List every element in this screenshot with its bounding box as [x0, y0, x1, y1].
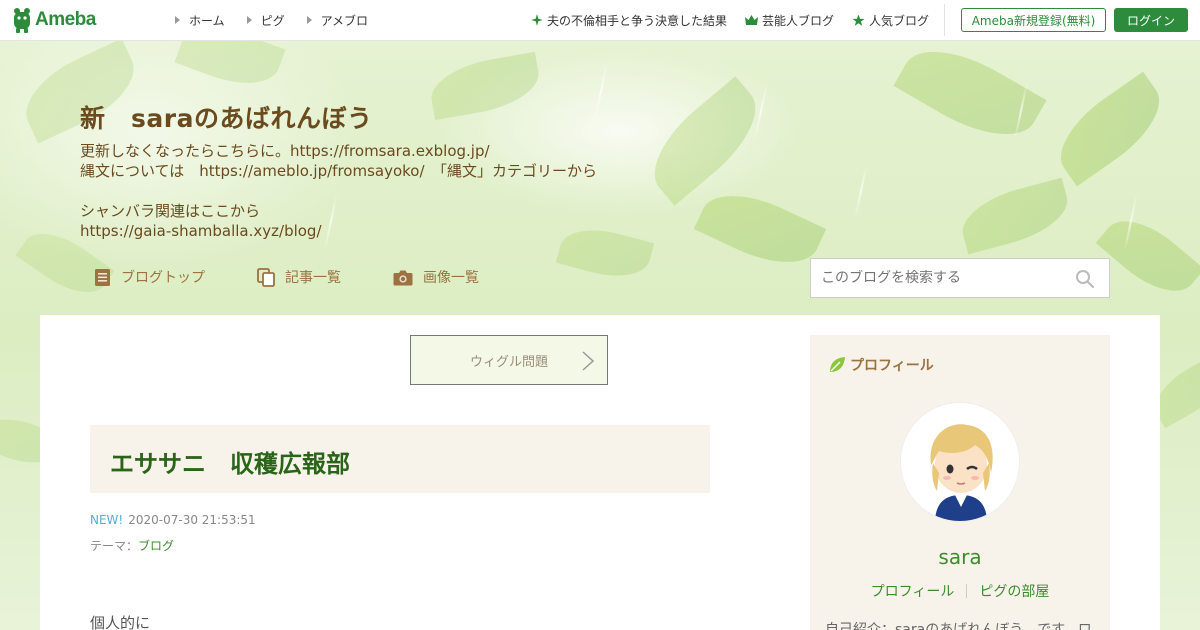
crown-icon	[744, 14, 758, 25]
entry-body: 個人的に	[90, 614, 151, 630]
nav-ameblo-label: アメブロ	[320, 13, 369, 28]
rain-streak	[593, 61, 609, 121]
entry-datetime: 2020-07-30 21:53:51	[128, 513, 256, 527]
blog-nav-top-label: ブログトップ	[121, 270, 205, 286]
leaf-decoration	[1095, 204, 1200, 308]
caret-right-icon	[306, 16, 312, 24]
profile-intro: 自己紹介：saraのあばれんぼう です。ロ	[825, 622, 1092, 630]
leaf-decoration	[693, 178, 827, 280]
caret-right-icon	[175, 16, 180, 24]
blog-nav-entries[interactable]: 記事一覧	[257, 267, 341, 287]
entry-meta-date: NEW! 2020-07-30 21:53:51	[90, 513, 256, 527]
blog-search	[810, 258, 1110, 298]
leaf-decoration	[955, 177, 1075, 255]
camera-icon	[393, 270, 413, 285]
blog-description: 更新しなくなったらこちらに。https://fromsara.exblog.jp…	[80, 142, 598, 240]
avatar-image	[901, 403, 1019, 521]
leaf-decoration	[635, 76, 775, 206]
nav-pigg[interactable]: ピグ	[246, 12, 285, 29]
profile-sidebar: プロフィール sara プロフィール ピグの部屋 自己紹介：saraのあばれんぼ…	[810, 335, 1110, 630]
copy-documents-icon	[257, 267, 275, 287]
ameba-logo[interactable]: Ameba	[12, 7, 96, 33]
profile-heading: プロフィール	[828, 355, 934, 375]
featured-link-popular-label: 人気ブログ	[868, 13, 929, 28]
entry-meta-theme: テーマ：ブログ	[90, 537, 174, 554]
register-button[interactable]: Ameba新規登録(無料)	[961, 8, 1106, 32]
featured-link-story-label: 夫の不倫相手と争う決意した結果	[546, 13, 727, 28]
rain-streak	[753, 81, 769, 141]
featured-link-popular[interactable]: 人気ブログ	[852, 12, 929, 29]
caret-right-icon	[246, 16, 252, 24]
blog-nav: ブログトップ 記事一覧 画像一覧	[94, 267, 531, 287]
theme-prefix: テーマ：	[90, 539, 139, 553]
blog-nav-entries-label: 記事一覧	[285, 270, 341, 286]
content-panel: ウィグル問題 エササニ 収穫広報部 NEW! 2020-07-30 21:53:5…	[40, 315, 1160, 630]
blog-nav-top[interactable]: ブログトップ	[94, 267, 205, 287]
featured-link-celebrity[interactable]: 芸能人ブログ	[744, 12, 834, 29]
sparkle-icon	[530, 14, 543, 26]
leaf-decoration	[1044, 71, 1176, 187]
featured-links: 夫の不倫相手と争う決意した結果 芸能人ブログ 人気ブログ	[513, 0, 929, 40]
chevron-right-icon	[582, 351, 595, 371]
nav-home-label: ホーム	[189, 13, 225, 28]
ameba-mascot-icon	[14, 8, 30, 33]
star-icon	[852, 14, 865, 26]
blog-search-input[interactable]	[811, 270, 1066, 286]
pigg-room-link[interactable]: ピグの部屋	[979, 581, 1049, 601]
leaf-icon	[830, 357, 845, 372]
theme-nav-button[interactable]: ウィグル問題	[410, 335, 608, 385]
link-divider	[966, 584, 968, 598]
login-button[interactable]: ログイン	[1114, 8, 1188, 32]
nav-pigg-label: ピグ	[260, 13, 285, 28]
leaf-decoration	[426, 51, 544, 121]
entry-title-box: エササニ 収穫広報部	[90, 425, 710, 493]
global-header: Ameba ホーム ピグ アメブロ 夫の不倫相手と争う決意した結果 芸能人ブログ…	[0, 0, 1200, 41]
profile-name[interactable]: sara	[810, 545, 1110, 569]
document-icon	[95, 268, 110, 286]
rain-streak	[853, 161, 869, 221]
ameba-logo-text: Ameba	[35, 9, 96, 30]
blog-nav-images[interactable]: 画像一覧	[393, 267, 479, 287]
featured-link-celebrity-label: 芸能人ブログ	[761, 13, 834, 28]
leaf-decoration	[174, 41, 286, 97]
theme-nav-label: ウィグル問題	[469, 354, 548, 370]
new-badge: NEW!	[90, 513, 124, 527]
entry-theme-link[interactable]: ブログ	[138, 539, 174, 553]
entry-title[interactable]: エササニ 収穫広報部	[110, 444, 350, 479]
nav-home[interactable]: ホーム	[175, 12, 225, 29]
blog-title[interactable]: 新 saraのあばれんぼう	[80, 99, 372, 135]
profile-heading-label: プロフィール	[850, 358, 934, 374]
profile-link[interactable]: プロフィール	[871, 581, 955, 601]
header-divider	[944, 4, 945, 36]
profile-avatar[interactable]	[900, 402, 1020, 522]
global-nav: ホーム ピグ アメブロ	[175, 0, 390, 40]
nav-ameblo[interactable]: アメブロ	[306, 12, 369, 29]
profile-links: プロフィール ピグの部屋	[810, 581, 1110, 601]
featured-link-story[interactable]: 夫の不倫相手と争う決意した結果	[530, 12, 727, 29]
search-icon[interactable]	[1075, 269, 1095, 289]
blog-nav-images-label: 画像一覧	[423, 270, 479, 286]
